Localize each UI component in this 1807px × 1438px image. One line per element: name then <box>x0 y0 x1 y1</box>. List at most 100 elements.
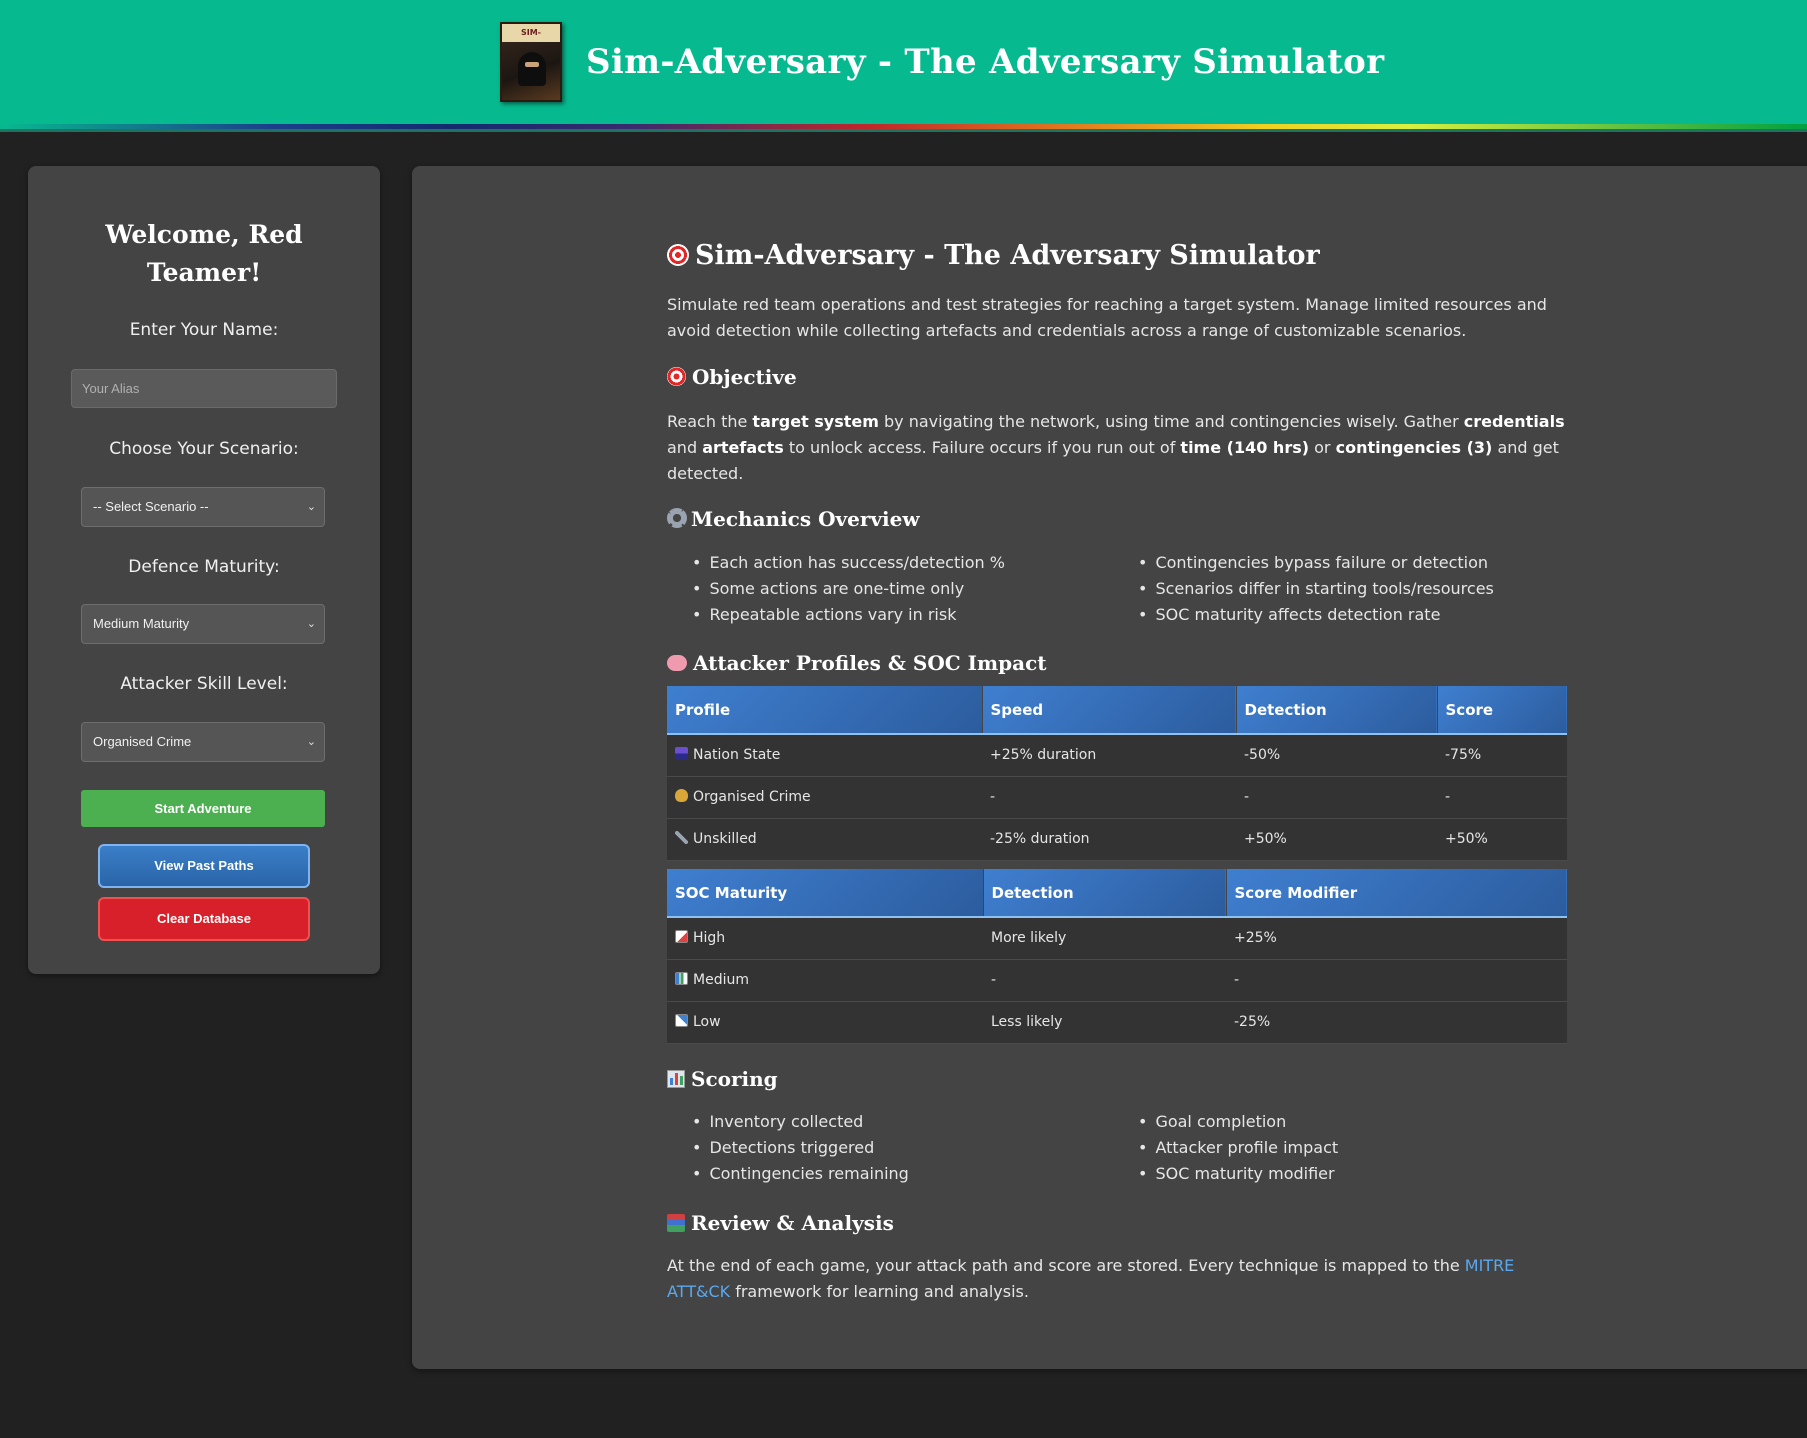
review-heading-text: Review & Analysis <box>691 1211 894 1235</box>
table-row: Organised Crime - - - <box>667 776 1567 819</box>
list-item: Contingencies bypass failure or detectio… <box>1138 550 1494 576</box>
scoring-list-left: Inventory collected Detections triggered… <box>692 1109 909 1187</box>
list-item: Some actions are one-time only <box>692 576 1005 602</box>
soc-maturity-table: SOC Maturity Detection Score Modifier Hi… <box>667 869 1567 1044</box>
scenario-select[interactable]: -- Select Scenario -- ⌄ <box>81 487 325 527</box>
maturity-select[interactable]: Medium Maturity ⌄ <box>81 604 325 644</box>
column-header: Score <box>1436 686 1567 735</box>
wrench-icon <box>675 831 688 844</box>
objective-text-5: or <box>1309 438 1336 457</box>
table-header-row: SOC Maturity Detection Score Modifier <box>667 869 1567 918</box>
scoring-heading: Scoring <box>667 1067 778 1091</box>
app-header: SIM-ADVERSARY Sim-Adversary - The Advers… <box>0 0 1807 126</box>
scoring-list-right: Goal completion Attacker profile impact … <box>1138 1109 1338 1187</box>
objective-text: Reach the target system by navigating th… <box>667 409 1567 487</box>
maturity-name: Medium <box>693 972 749 988</box>
bar-chart-icon <box>675 972 688 985</box>
skill-select[interactable]: Organised Crime ⌄ <box>81 722 325 762</box>
list-item: Detections triggered <box>692 1135 909 1161</box>
table-header-row: Profile Speed Detection Score <box>667 686 1567 735</box>
table-cell: - <box>983 959 1226 1002</box>
objective-bold-3: artefacts <box>702 438 784 457</box>
table-cell: More likely <box>983 917 1226 960</box>
list-item: SOC maturity affects detection rate <box>1138 602 1494 628</box>
list-item: Each action has success/detection % <box>692 550 1004 576</box>
objective-text-3: and <box>667 438 703 457</box>
profiles-heading: Attacker Profiles & SOC Impact <box>667 651 1047 675</box>
money-bag-icon <box>675 789 688 802</box>
list-item: Inventory collected <box>692 1109 909 1135</box>
mechanics-heading: Mechanics Overview <box>667 507 920 531</box>
table-row: Medium - - <box>667 959 1567 1002</box>
list-item: Goal completion <box>1138 1109 1338 1135</box>
list-item: Attacker profile impact <box>1138 1135 1338 1161</box>
app-title: Sim-Adversary - The Adversary Simulator <box>586 42 1385 82</box>
table-row: Unskilled -25% duration +50% +50% <box>667 818 1567 861</box>
profile-cell: Nation State <box>667 734 982 777</box>
table-cell: +50% <box>1437 818 1567 861</box>
logo-text: SIM-ADVERSARY <box>502 24 560 42</box>
scenario-label: Choose Your Scenario: <box>109 439 299 459</box>
skill-select-value: Organised Crime <box>93 734 192 749</box>
review-text-2: framework for learning and analysis. <box>730 1282 1029 1301</box>
books-icon <box>667 1214 685 1232</box>
name-label: Enter Your Name: <box>129 320 279 340</box>
mechanics-heading-text: Mechanics Overview <box>691 507 920 531</box>
scoring-heading-text: Scoring <box>691 1067 778 1091</box>
maturity-name: Low <box>693 1014 721 1030</box>
column-header: Detection <box>1235 686 1437 735</box>
mechanics-list-left: Each action has success/detection % Some… <box>692 550 1005 628</box>
target-icon <box>667 367 686 386</box>
header-divider-shadow <box>0 129 1807 132</box>
objective-heading-text: Objective <box>692 365 797 389</box>
table-cell: +25% duration <box>982 734 1236 777</box>
list-item: Scenarios differ in starting tools/resou… <box>1138 576 1493 602</box>
intro-text: Simulate red team operations and test st… <box>667 295 1547 340</box>
profile-cell: Unskilled <box>667 818 982 861</box>
table-cell: - <box>982 776 1236 819</box>
maturity-cell: Low <box>667 1001 983 1044</box>
table-cell: - <box>1226 959 1567 1002</box>
table-cell: -75% <box>1437 734 1567 777</box>
table-cell: -25% duration <box>982 818 1236 861</box>
bar-chart-icon <box>667 1070 685 1088</box>
nation-state-icon <box>675 747 688 761</box>
maturity-select-value: Medium Maturity <box>93 616 190 631</box>
table-cell: +50% <box>1236 818 1437 861</box>
clear-database-button[interactable]: Clear Database <box>98 897 310 941</box>
setup-sidebar: Welcome, Red Teamer! Enter Your Name: Ch… <box>28 166 380 974</box>
view-past-paths-button[interactable]: View Past Paths <box>98 844 310 888</box>
profile-name: Unskilled <box>693 831 757 847</box>
brain-icon <box>667 655 687 671</box>
chevron-down-icon: ⌄ <box>306 736 316 748</box>
info-panel: Sim-Adversary - The Adversary Simulator … <box>412 166 1807 1369</box>
review-text: At the end of each game, your attack pat… <box>667 1253 1567 1305</box>
table-row: Nation State +25% duration -50% -75% <box>667 734 1567 777</box>
objective-bold-5: contingencies (3) <box>1335 438 1493 457</box>
page-title: Sim-Adversary - The Adversary Simulator <box>667 240 1320 271</box>
mechanics-list-right: Contingencies bypass failure or detectio… <box>1138 550 1494 628</box>
objective-text-1: Reach the <box>667 412 753 431</box>
alias-input[interactable] <box>71 369 337 408</box>
list-item: Contingencies remaining <box>692 1161 908 1187</box>
profile-name: Organised Crime <box>693 789 811 805</box>
chart-decreasing-icon <box>675 1014 688 1027</box>
gear-icon <box>667 508 687 528</box>
table-row: High More likely +25% <box>667 917 1567 960</box>
profile-cell: Organised Crime <box>667 776 982 819</box>
objective-heading: Objective <box>667 365 797 389</box>
chevron-down-icon: ⌄ <box>306 501 316 513</box>
table-cell: Less likely <box>983 1001 1226 1044</box>
table-cell: - <box>1236 776 1437 819</box>
target-icon <box>667 244 689 266</box>
welcome-text: Welcome, Red Teamer! <box>105 220 303 287</box>
maturity-label: Defence Maturity: <box>128 557 280 577</box>
column-header: Profile <box>667 686 982 735</box>
maturity-cell: High <box>667 917 983 960</box>
column-header: Speed <box>981 686 1236 735</box>
objective-bold-4: time (140 hrs) <box>1180 438 1310 457</box>
scenario-select-value: -- Select Scenario -- <box>93 499 209 514</box>
attacker-profiles-table: Profile Speed Detection Score Nation Sta… <box>667 686 1567 861</box>
review-heading: Review & Analysis <box>667 1211 894 1235</box>
start-adventure-button[interactable]: Start Adventure <box>81 790 325 827</box>
